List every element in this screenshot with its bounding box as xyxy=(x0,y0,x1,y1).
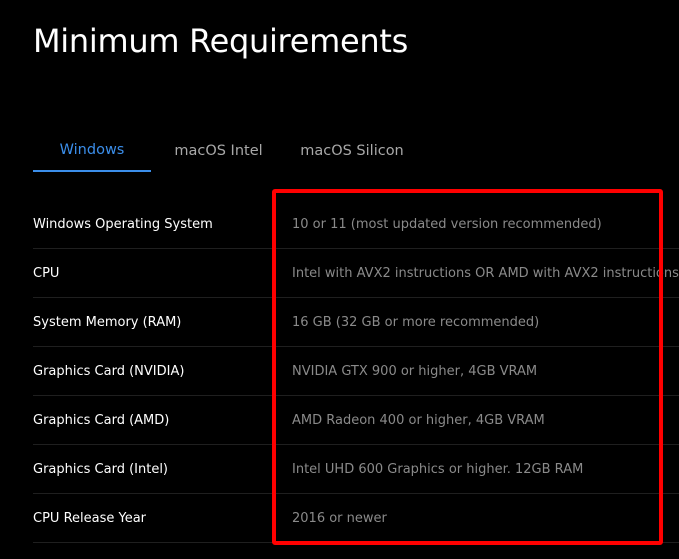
requirements-table: Windows Operating System 10 or 11 (most … xyxy=(33,200,679,543)
requirement-label: Graphics Card (NVIDIA) xyxy=(33,363,185,379)
tab-macos-silicon[interactable]: macOS Silicon xyxy=(286,130,418,172)
requirement-value: 16 GB (32 GB or more recommended) xyxy=(292,314,540,330)
table-row: CPU Release Year 2016 or newer xyxy=(33,494,679,543)
requirement-label: Graphics Card (AMD) xyxy=(33,412,170,428)
requirement-value: Intel UHD 600 Graphics or higher. 12GB R… xyxy=(292,461,584,477)
table-row: Graphics Card (NVIDIA) NVIDIA GTX 900 or… xyxy=(33,347,679,396)
table-row: Windows Operating System 10 or 11 (most … xyxy=(33,200,679,249)
table-row: Graphics Card (Intel) Intel UHD 600 Grap… xyxy=(33,445,679,494)
platform-tabs: Windows macOS Intel macOS Silicon xyxy=(33,130,418,174)
requirement-label: Graphics Card (Intel) xyxy=(33,461,169,477)
requirement-value: NVIDIA GTX 900 or higher, 4GB VRAM xyxy=(292,363,538,379)
table-row: Graphics Card (AMD) AMD Radeon 400 or hi… xyxy=(33,396,679,445)
requirement-label: System Memory (RAM) xyxy=(33,314,182,330)
requirement-value: AMD Radeon 400 or higher, 4GB VRAM xyxy=(292,412,545,428)
requirement-label: CPU Release Year xyxy=(33,510,147,526)
tab-macos-intel[interactable]: macOS Intel xyxy=(151,130,286,172)
requirement-value: 2016 or newer xyxy=(292,510,387,526)
tab-windows[interactable]: Windows xyxy=(33,130,151,172)
requirement-value: Intel with AVX2 instructions OR AMD with… xyxy=(292,265,679,281)
table-row: CPU Intel with AVX2 instructions OR AMD … xyxy=(33,249,679,298)
requirement-value: 10 or 11 (most updated version recommend… xyxy=(292,216,602,232)
requirement-label: CPU xyxy=(33,265,60,281)
table-row: System Memory (RAM) 16 GB (32 GB or more… xyxy=(33,298,679,347)
requirement-label: Windows Operating System xyxy=(33,216,213,232)
page-title: Minimum Requirements xyxy=(33,22,408,60)
